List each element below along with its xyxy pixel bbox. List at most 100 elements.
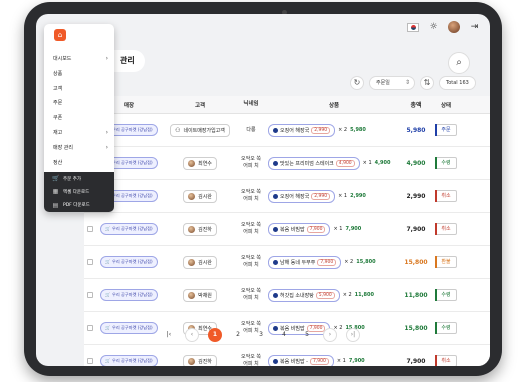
line-total: 11,800 — [354, 292, 374, 298]
order-amount: 11,800 — [404, 291, 428, 299]
customer-chip[interactable]: 김시완 — [183, 189, 217, 203]
table-row[interactable]: 🛒 우리 공구마켓 (강남점) 김진하 오악오 쏙 어피 치 볶음 비빔밥 7,900 ×… — [84, 213, 490, 246]
menu-item-label: 정산 — [53, 159, 63, 166]
sort-select[interactable]: 주문일 — [369, 76, 415, 90]
product-chip[interactable]: 볶음 비빔밥 -7,900 — [268, 354, 334, 366]
customer-name: 김진하 — [198, 226, 212, 233]
customer-chip[interactable]: 박채원 — [183, 288, 217, 302]
menu-actions: 🛒 주문 추가 ▦ 엑셀 다운로드 ▤ PDF 다운로드 — [44, 172, 114, 212]
chevron-right-icon: › — [105, 128, 108, 136]
menu-item[interactable]: 매장 관리 › — [44, 141, 114, 156]
sort-order-icon[interactable]: ⇅ — [420, 76, 434, 90]
menu-action[interactable]: ▤ PDF 다운로드 — [44, 199, 114, 212]
header-product[interactable]: 상품 — [264, 101, 400, 109]
header-customer[interactable]: 고객 — [162, 101, 238, 109]
row-checkbox[interactable] — [87, 358, 93, 364]
page-1[interactable]: 1 — [208, 328, 222, 342]
menu-item[interactable]: 쿠폰 — [44, 111, 114, 126]
table-row[interactable]: 🛒 우리 공구마켓 (강남점) 김시완 오악오 쏙 어피 치 남해 동네 두부쭈 7,9… — [84, 246, 490, 279]
page-5[interactable]: 5 — [300, 328, 314, 342]
nickname: 오악오 쏙 어피 치 — [241, 288, 261, 301]
sun-icon[interactable]: ☼ — [428, 22, 439, 33]
next-page-icon[interactable]: › — [323, 328, 337, 342]
refresh-icon[interactable]: ↻ — [350, 76, 364, 90]
menu-item[interactable]: 정산 — [44, 156, 114, 171]
store-chip[interactable]: 🛒 우리 공구마켓 (강남점) — [100, 223, 158, 235]
avatar[interactable] — [448, 21, 460, 33]
product-chip[interactable]: 맛있는 프리미엄 스테이크 4,900 — [268, 156, 360, 170]
line-total: 5,980 — [350, 127, 366, 133]
product-chip[interactable]: 오징어 해장국 2,990 — [268, 123, 336, 137]
order-amount: 15,800 — [404, 324, 428, 332]
status-badge[interactable]: 취소 — [435, 355, 457, 366]
menu-action[interactable]: 🛒 주문 추가 — [44, 172, 114, 185]
product-dot — [273, 259, 278, 265]
menu-action-label: PDF 다운로드 — [63, 203, 90, 209]
line-total: 15,800 — [356, 259, 376, 265]
cart-icon: 🛒 — [105, 292, 111, 297]
status-badge[interactable]: 취소 — [435, 190, 457, 202]
status-badge[interactable]: 수령 — [435, 322, 457, 334]
last-page-icon[interactable]: ›| — [346, 328, 360, 342]
prev-page-icon[interactable]: ‹ — [185, 328, 199, 342]
customer-chip[interactable]: 김진하 — [183, 222, 217, 236]
table-row[interactable]: 🛒 우리 공구마켓 (강남점) 박채원 오악오 쏙 어피 치 허갓집 소내장탕 5,90… — [84, 279, 490, 312]
product-chip[interactable]: 남해 동네 두부쭈 7,900 — [268, 255, 342, 269]
korean-flag-icon[interactable] — [407, 22, 419, 32]
menu-action-label: 주문 추가 — [63, 176, 81, 182]
product-chip[interactable]: 허갓집 소내장탕 5,900 — [268, 288, 340, 302]
menu-item[interactable]: 상품 — [44, 67, 114, 82]
page-2[interactable]: 2 — [231, 328, 245, 342]
store-chip[interactable]: 🛒 우리 공구마켓 (강남점) — [100, 322, 158, 334]
customer-name: 최연수 — [198, 160, 212, 167]
header-nickname[interactable]: 닉네임 — [238, 101, 264, 108]
table-row[interactable]: 🛒 우리 공구마켓 (강남점) 김진하 오악오 쏙 어피 치 볶음 비빔밥 -7,90… — [84, 345, 490, 366]
status-badge[interactable]: 수령 — [435, 289, 457, 301]
app-screen: ☼ ⇥ 관리 ⌕ ↻ 주문일 ⇅ Total 163 매장 고객 닉네임 상품 … — [36, 14, 490, 366]
product-name: 볶음 비빔밥 - — [280, 358, 308, 365]
store-chip[interactable]: 🛒 우리 공구마켓 (강남점) — [100, 256, 158, 268]
menu-action[interactable]: ▦ 엑셀 다운로드 — [44, 185, 114, 198]
status-badge[interactable]: 주문 — [435, 124, 457, 136]
customer-chip[interactable]: 김시완 — [183, 255, 217, 269]
menu-item[interactable]: 주문 — [44, 96, 114, 111]
customer-chip[interactable]: ⚇ 네이트매장가입고객 — [170, 123, 230, 137]
table-row[interactable]: 🛒 우리 공구마켓 (강남점)김시완오악오 쏙 어피 치오징어 해장국2,990… — [84, 180, 490, 213]
row-checkbox[interactable] — [87, 325, 93, 331]
table-row[interactable]: 🛒 우리 공구마켓 (강남점)최연수오악오 쏙 어피 치맛있는 프리미엄 스테이… — [84, 147, 490, 180]
page-4[interactable]: 4 — [277, 328, 291, 342]
table-row[interactable]: 🛒 우리 공구마켓 (강남점)⚇네이트매장가입고객다롱오징어 해장국2,990×… — [84, 114, 490, 147]
menu-item[interactable]: 고객 — [44, 82, 114, 97]
nickname: 오악오 쏙 어피 치 — [241, 354, 261, 366]
cart-icon: 🛒 — [105, 259, 111, 264]
quantity: × 1 — [362, 160, 372, 166]
order-amount: 2,990 — [406, 192, 426, 200]
row-checkbox[interactable] — [87, 226, 93, 232]
product-chip[interactable]: 볶음 비빔밥 7,900 — [268, 222, 331, 236]
row-checkbox[interactable] — [87, 292, 93, 298]
header-amount[interactable]: 총액 — [400, 100, 432, 109]
line-total: 4,900 — [374, 160, 391, 166]
store-name: 우리 공구마켓 (강남점) — [111, 193, 153, 198]
unit-price: 2,990 — [311, 192, 331, 200]
customer-name: 김시완 — [198, 259, 212, 266]
store-chip[interactable]: 🛒 우리 공구마켓 (강남점) — [100, 355, 158, 366]
status-badge[interactable]: 환불 — [435, 256, 457, 268]
search-icon[interactable]: ⌕ — [448, 52, 470, 74]
page-3[interactable]: 3 — [254, 328, 268, 342]
menu-item[interactable]: 재고 › — [44, 126, 114, 141]
customer-name: 김시완 — [198, 193, 212, 200]
first-page-icon[interactable]: |‹ — [162, 328, 176, 342]
logout-icon[interactable]: ⇥ — [469, 22, 480, 33]
customer-chip[interactable]: 최연수 — [183, 156, 217, 170]
menu-item[interactable]: 대시보드 › — [44, 52, 114, 67]
product-name: 볶음 비빔밥 — [280, 226, 305, 233]
header-status[interactable]: 상태 — [432, 101, 460, 109]
customer-chip[interactable]: 김진하 — [183, 354, 217, 366]
line-total: 2,990 — [350, 193, 366, 199]
status-badge[interactable]: 수령 — [435, 157, 457, 169]
status-badge[interactable]: 취소 — [435, 223, 457, 235]
product-chip[interactable]: 오징어 해장국 2,990 — [268, 189, 336, 203]
store-chip[interactable]: 🛒 우리 공구마켓 (강남점) — [100, 289, 158, 301]
row-checkbox[interactable] — [87, 259, 93, 265]
